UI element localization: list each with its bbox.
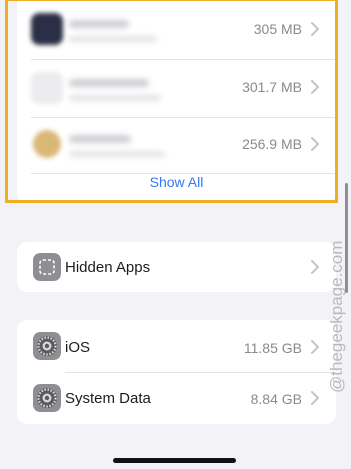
ios-label: iOS xyxy=(65,339,91,356)
dashed-square-icon xyxy=(33,253,61,281)
gear-icon xyxy=(33,384,61,412)
gear-icon xyxy=(33,332,61,360)
home-indicator[interactable] xyxy=(113,458,236,463)
hidden-apps-label: Hidden Apps xyxy=(65,259,151,276)
ios-row[interactable]: iOS 11.85 GB xyxy=(17,320,336,372)
hidden-apps-card[interactable]: Hidden Apps xyxy=(17,242,336,292)
watermark-text: @thegeekpage.com xyxy=(327,241,346,393)
system-data-size: 8.84 GB xyxy=(250,391,302,407)
ios-size: 11.85 GB xyxy=(243,340,302,356)
system-data-label: System Data xyxy=(65,390,151,407)
highlight-box xyxy=(5,0,338,203)
watermark: @thegeekpage.com xyxy=(327,241,346,393)
system-data-row[interactable]: System Data 8.84 GB xyxy=(17,373,336,424)
system-storage-card: iOS 11.85 GB System Data 8.84 GB xyxy=(17,320,336,424)
